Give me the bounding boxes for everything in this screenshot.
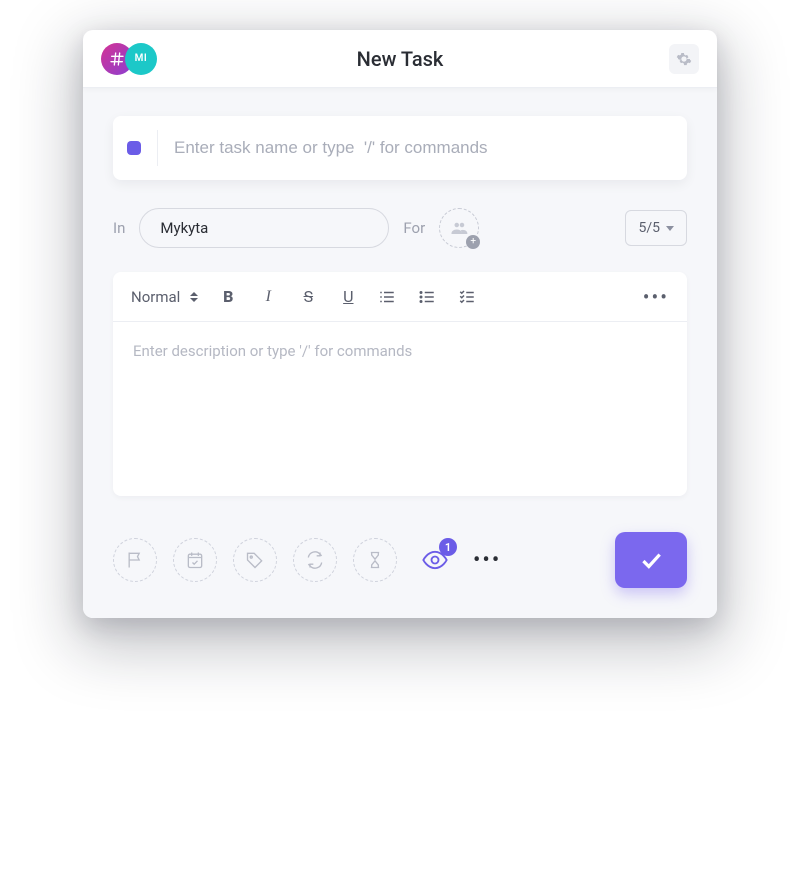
footer-actions: 1 ••• [113,532,687,588]
watchers-button[interactable]: 1 [413,538,457,582]
description-area [113,322,687,496]
in-label: In [113,219,125,237]
workspace-badges: MI [101,43,157,75]
due-date-button[interactable] [173,538,217,582]
priority-flag-button[interactable] [113,538,157,582]
priority-selector[interactable]: 5/5 [625,210,687,246]
ordered-list-icon [378,288,396,306]
description-input[interactable] [133,342,667,472]
settings-button[interactable] [669,44,699,74]
status-chip[interactable] [127,141,141,155]
bold-button[interactable]: B [218,287,238,306]
list-name: Mykyta [160,219,208,237]
description-editor: Normal B I S U ••• [113,272,687,496]
editor-toolbar: Normal B I S U ••• [113,272,687,322]
add-assignee-button[interactable]: + [439,208,479,248]
user-avatar[interactable]: MI [125,43,157,75]
repeat-icon [305,550,325,570]
sort-caret-icon [190,292,198,302]
for-label: For [403,219,425,237]
list-selector[interactable]: Mykyta [139,208,389,248]
bullet-list-button[interactable] [418,288,438,306]
divider [157,130,158,166]
modal-body: In Mykyta For + 5/5 Normal B I [83,88,717,618]
hourglass-icon [365,550,385,570]
plus-icon: + [466,235,480,249]
gear-icon [676,51,692,67]
underline-button[interactable]: U [338,287,358,306]
chevron-down-icon [666,226,674,231]
hashtag-icon [109,51,125,67]
priority-value: 5/5 [638,220,660,236]
checklist-button[interactable] [458,288,478,306]
format-select[interactable]: Normal [131,288,198,306]
bullet-list-icon [418,288,436,306]
people-icon [450,219,468,237]
ordered-list-button[interactable] [378,288,398,306]
modal-title: New Task [83,47,717,71]
tags-button[interactable] [233,538,277,582]
calendar-icon [185,550,205,570]
checklist-icon [458,288,476,306]
toolbar-more-button[interactable]: ••• [643,285,669,309]
italic-button[interactable]: I [258,288,278,306]
tag-icon [245,550,265,570]
more-actions-button[interactable]: ••• [473,548,501,573]
watcher-count-badge: 1 [439,538,457,556]
time-estimate-button[interactable] [353,538,397,582]
meta-row: In Mykyta For + 5/5 [113,208,687,248]
task-name-input[interactable] [174,138,673,158]
flag-icon [125,550,145,570]
create-task-button[interactable] [615,532,687,588]
check-icon [638,547,664,573]
format-label: Normal [131,288,180,306]
modal-header: MI New Task [83,30,717,88]
new-task-modal: MI New Task In Mykyta For + 5/5 [83,30,717,618]
task-name-row [113,116,687,180]
recurring-button[interactable] [293,538,337,582]
strikethrough-button[interactable]: S [298,287,318,306]
